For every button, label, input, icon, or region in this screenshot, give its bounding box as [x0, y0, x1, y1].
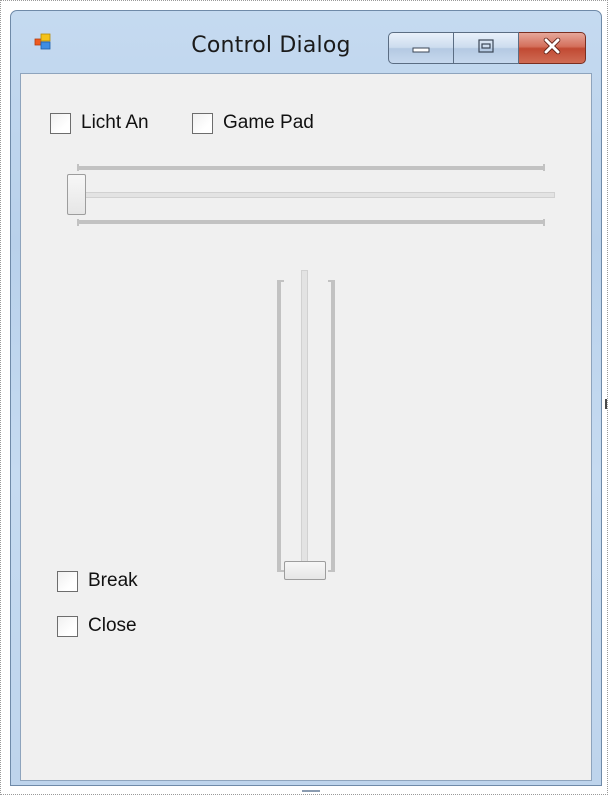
vertical-track[interactable] — [301, 270, 308, 572]
horizontal-track[interactable] — [77, 192, 555, 198]
minimize-icon — [411, 39, 431, 58]
vertical-left-tickline — [277, 280, 281, 572]
horizontal-bottom-tickline — [77, 220, 545, 224]
break-label: Break — [88, 570, 138, 591]
minimize-button[interactable] — [388, 32, 454, 64]
horizontal-top-tick-right — [543, 164, 545, 171]
horizontal-bottom-tick-left — [77, 219, 79, 226]
close-checkbox-box[interactable] — [57, 615, 78, 637]
resize-marker — [605, 399, 607, 409]
checkbox-licht-an[interactable]: Licht An — [50, 112, 149, 134]
vertical-right-tickline — [331, 280, 335, 572]
horizontal-top-tickline — [77, 166, 545, 170]
vertical-slider-thumb[interactable] — [284, 561, 326, 580]
checkbox-game-pad[interactable]: Game Pad — [192, 112, 314, 134]
checkbox-close[interactable]: Close — [57, 615, 137, 637]
vertical-right-tick-bottom — [328, 570, 335, 572]
checkbox-break[interactable]: Break — [57, 570, 138, 592]
game-pad-label: Game Pad — [223, 112, 314, 133]
dialog-client-area: Licht An Game Pad Break Close — [20, 73, 592, 781]
game-pad-checkbox-box[interactable] — [192, 112, 213, 134]
vertical-right-tick-top — [328, 280, 335, 282]
licht-an-label: Licht An — [81, 112, 149, 133]
maximize-icon — [476, 38, 496, 58]
horizontal-slider-thumb[interactable] — [67, 174, 86, 215]
caption-buttons — [388, 32, 586, 64]
vertical-left-tick-bottom — [277, 570, 284, 572]
bottom-edge-marker — [302, 790, 320, 792]
break-checkbox-box[interactable] — [57, 570, 78, 592]
maximize-button[interactable] — [454, 32, 519, 64]
horizontal-top-tick-left — [77, 164, 79, 171]
vertical-left-tick-top — [277, 280, 284, 282]
close-label: Close — [88, 615, 137, 636]
horizontal-bottom-tick-right — [543, 219, 545, 226]
title-bar[interactable]: Control Dialog — [11, 11, 601, 73]
close-window-button[interactable] — [519, 32, 586, 64]
licht-an-checkbox-box[interactable] — [50, 112, 71, 134]
control-dialog-window: Control Dialog Licht An Game Pad Break C… — [10, 10, 602, 786]
close-icon — [541, 37, 563, 59]
